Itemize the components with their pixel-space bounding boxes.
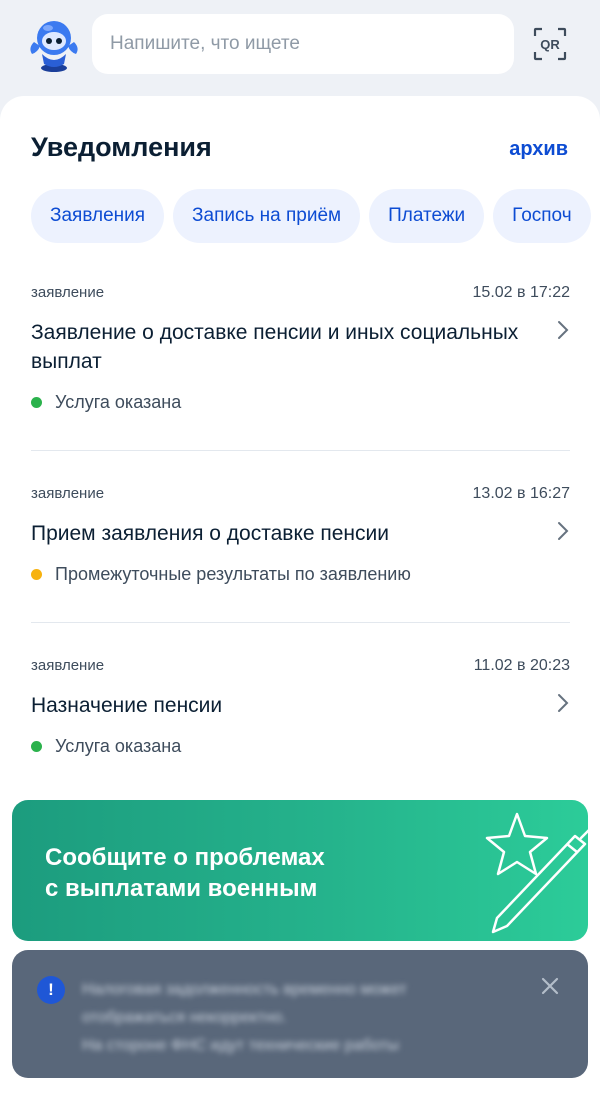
search-input[interactable]: Напишите, что ищете — [92, 14, 514, 74]
notification-item[interactable]: заявление 15.02 в 17:22 Заявление о дост… — [31, 284, 570, 424]
chip-appointments[interactable]: Запись на приём — [173, 189, 361, 243]
page-title: Уведомления — [31, 132, 212, 162]
notification-item[interactable]: заявление 11.02 в 20:23 Назначение пенси… — [31, 657, 570, 767]
robot-assistant-icon[interactable] — [24, 14, 84, 74]
notification-kind: заявление — [31, 657, 105, 674]
status-line: Услуга оказана — [31, 392, 181, 413]
chevron-right-icon — [558, 321, 569, 339]
status-line: Промежуточные результаты по заявлению — [31, 564, 411, 585]
close-icon[interactable] — [540, 976, 560, 996]
notification-kind: заявление — [31, 485, 105, 502]
chevron-right-icon — [558, 522, 569, 540]
notification-date: 11.02 в 20:23 — [473, 657, 570, 674]
exclamation-icon: ! — [37, 976, 65, 1004]
chip-gosmail[interactable]: Госпоч — [493, 189, 591, 243]
banner-line-1: Сообщите о проблемах — [45, 844, 325, 871]
chevron-right-icon — [558, 694, 569, 712]
status-dot — [31, 569, 42, 580]
toast-line-3: На стороне ФНС идут технические работы — [82, 1037, 400, 1054]
chip-applications[interactable]: Заявления — [31, 189, 165, 243]
status-dot — [31, 741, 42, 752]
toast-line-2: отображаться некорректно. — [82, 1009, 287, 1026]
status-text: Услуга оказана — [55, 736, 182, 756]
info-toast: ! Налоговая задолженность временно может… — [12, 950, 588, 1078]
banner-text: Сообщите о проблемах с выплатами военным — [45, 842, 325, 904]
divider — [31, 450, 570, 451]
toast-message: Налоговая задолженность временно может о… — [82, 976, 522, 1060]
notification-kind: заявление — [31, 284, 105, 301]
divider — [31, 622, 570, 623]
banner-line-2: с выплатами военным — [45, 875, 318, 902]
qr-scan-button[interactable]: QR — [528, 24, 572, 64]
top-bar: Напишите, что ищете QR — [0, 0, 600, 96]
status-dot — [31, 397, 42, 408]
archive-link[interactable]: архив — [509, 138, 568, 161]
status-text: Промежуточные результаты по заявлению — [55, 564, 411, 584]
military-payments-banner[interactable]: Сообщите о проблемах с выплатами военным — [12, 800, 588, 941]
qr-icon: QR — [533, 27, 567, 61]
notifications-card: Уведомления архив Заявления Запись на при… — [0, 96, 600, 1097]
toast-line-1: Налоговая задолженность временно может — [82, 981, 407, 998]
filter-chips: Заявления Запись на приём Платежи Госпоч — [31, 189, 600, 243]
notification-title: Прием заявления о доставке пенсии — [31, 522, 389, 545]
notification-title: Заявление о доставке пенсии и иных социа… — [31, 321, 519, 373]
star-pen-icon — [485, 812, 588, 934]
notification-item[interactable]: заявление 13.02 в 16:27 Прием заявления … — [31, 485, 570, 595]
svg-text:QR: QR — [540, 37, 560, 52]
search-placeholder: Напишите, что ищете — [110, 33, 300, 54]
notification-title: Назначение пенсии — [31, 694, 223, 717]
chip-payments[interactable]: Платежи — [369, 189, 485, 243]
status-text: Услуга оказана — [55, 392, 182, 412]
status-line: Услуга оказана — [31, 736, 181, 757]
notification-date: 15.02 в 17:22 — [472, 284, 570, 301]
notification-date: 13.02 в 16:27 — [472, 485, 570, 502]
